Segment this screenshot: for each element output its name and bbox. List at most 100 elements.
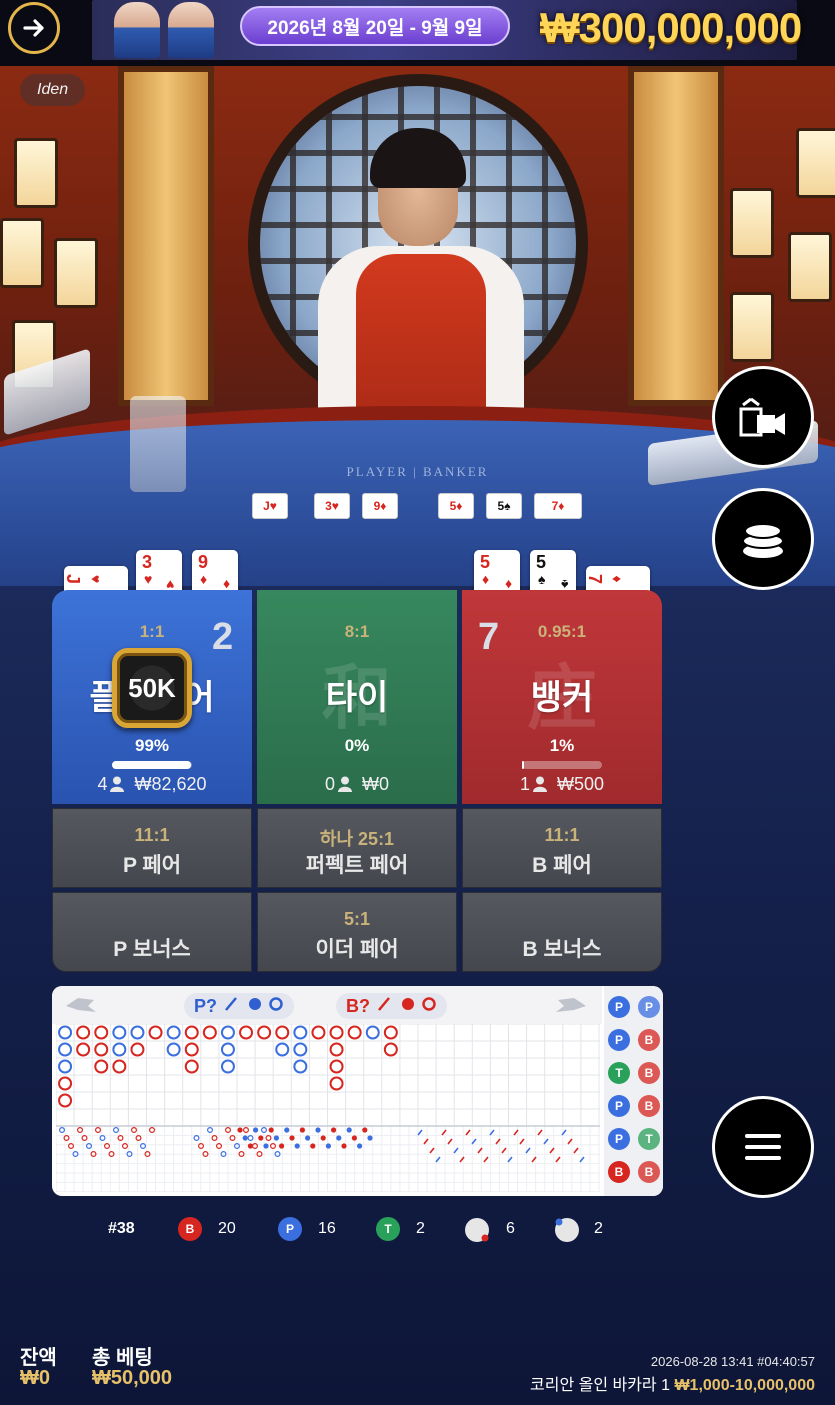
back-button[interactable] [8,2,60,54]
side-bet-label: P 보너스 [113,938,191,961]
bet-spot-banker-pair[interactable]: 11:1 B 페어 [462,808,662,888]
balance-label: 잔액 [20,1347,57,1369]
recent-result-b: B [638,1029,660,1051]
tie-count-dot: T [376,1217,400,1241]
recent-result-p: P [608,1029,630,1051]
round-timestamp: 2026-08-28 13:41 #04:40:57 [650,1354,815,1369]
table-card: 5♠ [486,493,522,519]
side-bet-label: B 보너스 [522,938,602,961]
table-info: 코리안 올인 바카라 1 ₩1,000-10,000,000 [530,1371,815,1395]
recent-result-t: T [608,1062,630,1084]
tie-label: 타이 [325,679,389,717]
table-limits: ₩1,000-10,000,000 [674,1377,815,1394]
ask-banker-button[interactable]: B? [336,993,448,1019]
promo-model-image [168,2,214,58]
promo-prize: ₩300,000,000 [540,4,802,51]
tie-odds: 8:1 [344,622,370,641]
side-bet-odds: 하나 25:1 [319,829,395,849]
table-card: J♥ [252,493,288,519]
banker-count-dot: B [178,1217,202,1241]
shoe-statistics: #38 B 20 P 16 T 2 6 2 [108,1214,628,1244]
recent-result-t: T [638,1128,660,1150]
recent-results-column: PPPBTBPBPTBB [604,986,663,1196]
chips-stack-icon [742,523,784,558]
bead-road-grid [56,1024,600,1192]
banker-pair-icon [465,1218,489,1242]
lantern [54,238,98,308]
recent-result-b: B [638,1095,660,1117]
recent-result-p: P [638,996,660,1018]
tie-bet-stats: 0 ₩0 [257,774,457,795]
side-bet-label: 이더 페어 [315,938,399,961]
banker-bet-stats: 1 ₩500 [462,774,662,795]
recent-result-p: P [608,996,630,1018]
round-number: #38 [108,1220,135,1237]
tie-win-count: 2 [416,1220,425,1237]
banker-pair-count: 6 [506,1220,515,1237]
side-bet-odds: 5:1 [343,909,370,929]
player-bet-total: ₩82,620 [134,774,207,794]
banker-bettor-count: 1 [519,774,530,794]
lantern [730,188,774,258]
roadmap-panel[interactable]: P? B? PPPBTBPBPTBB [52,986,663,1196]
table-card: 9♦ [362,493,398,519]
banker-bet-total: ₩500 [556,774,605,794]
ask-banker-predictions [378,997,436,1011]
tiger-icon [556,998,586,1012]
dealer-name-badge: Iden [20,74,86,106]
bet-spot-banker[interactable]: 庄 7 0.95:1 뱅커 1% 1 ₩500 [462,590,662,804]
lantern [0,218,44,288]
screen-panel [118,66,214,406]
table-card: 7♦ [534,493,582,519]
recent-result-b: B [608,1161,630,1183]
bet-spot-perfect-pair[interactable]: 하나 25:1 퍼펙트 페어 [257,808,457,888]
player-bet-stats: 4 ₩82,620 [52,774,252,795]
lantern [730,292,774,362]
side-bet-label: 퍼펙트 페어 [305,854,409,877]
lantern [14,138,58,208]
promo-banner-bar: 2026년 8월 20일 - 9월 9일 ₩300,000,000 [0,0,835,66]
person-icon [338,776,352,792]
bet-spot-tie[interactable]: 和 8:1 타이 0% 0 ₩0 [257,590,457,804]
camera-switch-button[interactable] [712,366,814,468]
arrow-right-icon [23,19,44,37]
total-bet-value: ₩50,000 [92,1367,173,1389]
screen-panel [628,66,724,406]
bet-spot-either-pair[interactable]: 5:1 이더 페어 [257,892,457,972]
player-bettor-count: 4 [97,774,108,794]
promo-banner[interactable]: 2026년 8월 20일 - 9월 9일 ₩300,000,000 [92,0,802,60]
chip-tray-button[interactable] [712,488,814,590]
placed-chip[interactable]: 50K [112,648,192,728]
live-video-stream: PLAYER | BANKER J♥ 3♥ 9♦ 5♦ 5♠ 7♦ [0,66,835,586]
side-bet-label: P 페어 [122,854,182,877]
ask-player-button[interactable]: P? [184,993,295,1019]
promo-date-range: 2026년 8월 20일 - 9월 9일 [240,6,510,46]
tie-percent: 0% [344,736,370,755]
roadmap-header: P? B? [52,986,602,1024]
table-card: 3♥ [314,493,350,519]
banker-percent-bar [522,761,602,769]
bet-spot-banker-bonus[interactable]: B 보너스 [462,892,662,972]
table-card: 5♦ [438,493,474,519]
tie-bettor-count: 0 [324,774,335,794]
table-layout-text: PLAYER | BANKER [346,464,489,479]
banker-percent: 1% [549,736,575,755]
person-icon [532,776,547,792]
player-win-count: 16 [318,1220,336,1237]
bet-spot-player-pair[interactable]: 11:1 P 페어 [52,808,252,888]
player-percent-bar [112,761,192,769]
recent-result-p: P [608,1128,630,1150]
recent-result-p: P [608,1095,630,1117]
tie-bet-total: ₩0 [362,774,389,794]
ask-player-predictions [225,997,283,1011]
player-percent: 99% [134,736,170,755]
lantern [788,232,832,302]
camera-switch-icon [739,397,785,437]
side-bet-odds: 11:1 [544,825,580,845]
player-odds: 1:1 [139,622,165,641]
menu-button[interactable] [712,1096,814,1198]
side-bet-label: B 페어 [532,854,592,877]
recent-result-b: B [638,1062,660,1084]
baccarat-table [0,406,835,586]
bet-spot-player-bonus[interactable]: P 보너스 [52,892,252,972]
